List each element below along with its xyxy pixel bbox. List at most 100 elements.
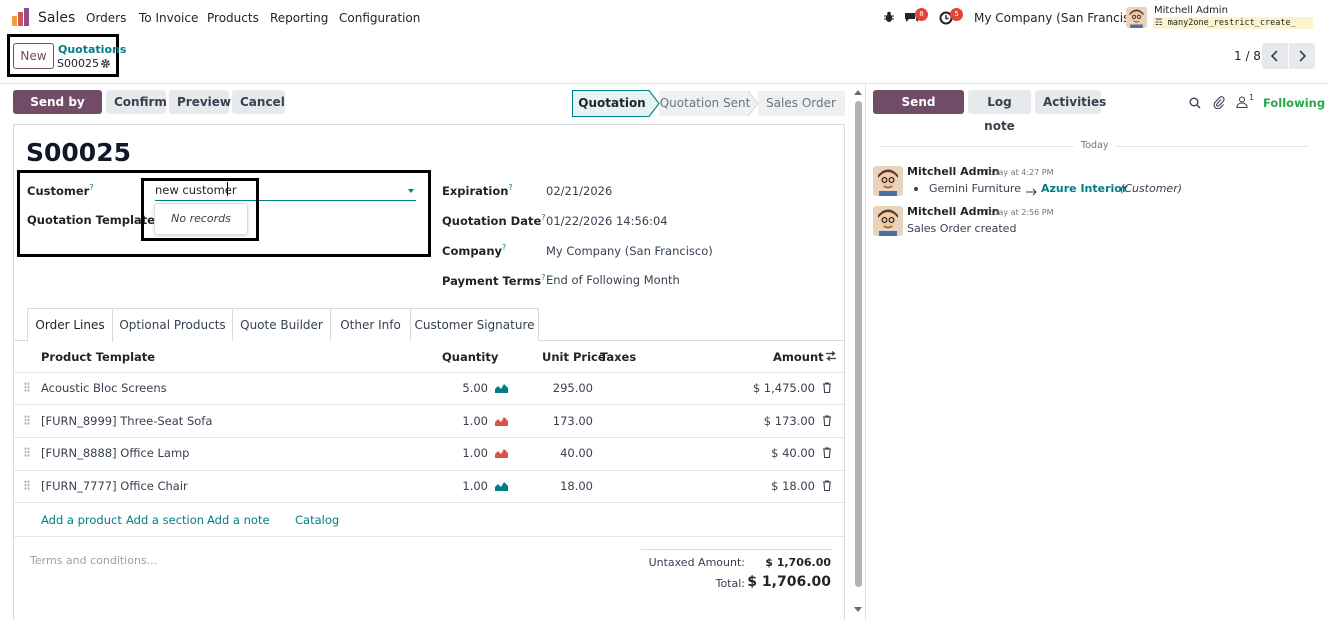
debug-bug-icon[interactable] xyxy=(883,11,895,23)
tab-quote-builder[interactable]: Quote Builder xyxy=(233,308,331,341)
header-divider xyxy=(14,372,844,373)
row-drag-handle[interactable] xyxy=(24,480,30,490)
attachment-paperclip-icon[interactable] xyxy=(1213,96,1225,110)
user-name[interactable]: Mitchell Admin xyxy=(1154,5,1228,16)
row-product[interactable]: [FURN_7777] Office Chair xyxy=(41,479,188,493)
trash-icon[interactable] xyxy=(822,480,832,492)
pager-previous-button[interactable] xyxy=(1262,43,1288,69)
column-quantity[interactable]: Quantity xyxy=(442,350,498,364)
messages-count-badge: 8 xyxy=(915,8,928,21)
forecast-chart-icon[interactable] xyxy=(495,382,508,394)
menu-configuration[interactable]: Configuration xyxy=(339,11,420,25)
activities-button[interactable]: Activities xyxy=(1035,90,1106,114)
add-note-link[interactable]: Add a note xyxy=(207,513,270,527)
forecast-chart-icon[interactable] xyxy=(495,447,508,459)
pager-next-button[interactable] xyxy=(1289,43,1315,69)
optional-columns-toggle-icon[interactable] xyxy=(825,350,837,362)
user-avatar[interactable] xyxy=(1126,7,1147,28)
form-scrollbar-down-arrow[interactable] xyxy=(854,607,862,612)
row-quantity[interactable]: 1.00 xyxy=(432,414,488,428)
app-name[interactable]: Sales xyxy=(38,10,75,26)
row-quantity[interactable]: 5.00 xyxy=(432,381,488,395)
company-switcher[interactable]: My Company (San Francisco) xyxy=(974,11,1148,25)
quotation-date-help-icon[interactable]: ? xyxy=(541,213,545,222)
tab-order-lines[interactable]: Order Lines xyxy=(27,308,113,342)
row-quantity[interactable]: 1.00 xyxy=(432,479,488,493)
followers-count: 1 xyxy=(1249,93,1255,102)
send-by-email-button[interactable]: Send by Email xyxy=(13,90,102,133)
column-taxes[interactable]: Taxes xyxy=(600,350,636,364)
totals-divider xyxy=(641,549,832,550)
trash-icon[interactable] xyxy=(822,447,832,459)
quotation-date-field[interactable]: 01/22/2026 14:56:04 xyxy=(546,214,668,228)
cancel-button[interactable]: Cancel xyxy=(232,90,285,114)
menu-orders[interactable]: Orders xyxy=(86,11,126,25)
terms-conditions-input[interactable]: Terms and conditions... xyxy=(30,554,157,567)
menu-reporting[interactable]: Reporting xyxy=(270,11,328,25)
stage-sales-order[interactable]: Sales Order xyxy=(762,90,840,115)
payment-terms-help-icon[interactable]: ? xyxy=(541,273,545,282)
top-navbar: Sales Orders To Invoice Products Reporti… xyxy=(0,0,1328,36)
row-quantity[interactable]: 1.00 xyxy=(432,446,488,460)
send-message-button[interactable]: Send message xyxy=(873,90,964,133)
confirm-button[interactable]: Confirm xyxy=(106,90,167,114)
tab-customer-signature[interactable]: Customer Signature xyxy=(411,308,539,341)
expiration-field[interactable]: 02/21/2026 xyxy=(546,184,612,198)
message-author-avatar[interactable] xyxy=(873,206,903,236)
tab-other-info[interactable]: Other Info xyxy=(331,308,411,341)
row-unit-price[interactable]: 173.00 xyxy=(523,414,593,428)
message-author-avatar[interactable] xyxy=(873,166,903,196)
row-divider xyxy=(14,404,844,405)
preview-button[interactable]: Preview xyxy=(169,90,231,114)
expiration-help-icon[interactable]: ? xyxy=(508,183,512,192)
tracking-arrow-icon xyxy=(1026,185,1038,196)
pager-value[interactable]: 1 / 8 xyxy=(1234,49,1261,63)
row-drag-handle[interactable] xyxy=(24,382,30,392)
stage-quotation[interactable]: Quotation xyxy=(572,90,652,115)
column-unit-price[interactable]: Unit Price xyxy=(542,350,606,364)
row-product[interactable]: [FURN_8999] Three-Seat Sofa xyxy=(41,414,212,428)
tab-optional-products[interactable]: Optional Products xyxy=(113,308,233,341)
breadcrumb-quotations[interactable]: Quotations xyxy=(58,43,126,56)
company-label: Company? xyxy=(442,243,507,258)
row-unit-price[interactable]: 295.00 xyxy=(523,381,593,395)
column-amount[interactable]: Amount xyxy=(773,350,824,364)
dropdown-caret-icon[interactable] xyxy=(408,189,414,193)
record-settings-gear-icon[interactable] xyxy=(100,58,111,69)
add-section-link[interactable]: Add a section xyxy=(126,513,204,527)
forecast-chart-icon[interactable] xyxy=(495,415,508,427)
menu-products[interactable]: Products xyxy=(207,11,259,25)
trash-icon[interactable] xyxy=(822,382,832,394)
row-drag-handle[interactable] xyxy=(24,415,30,425)
following-button[interactable]: Following xyxy=(1263,96,1325,110)
row-unit-price[interactable]: 18.00 xyxy=(523,479,593,493)
quotation-date-label: Quotation Date? xyxy=(442,213,546,228)
new-button[interactable]: New xyxy=(13,43,54,69)
sales-app-icon[interactable] xyxy=(11,8,31,26)
row-unit-price[interactable]: 40.00 xyxy=(523,446,593,460)
payment-terms-field[interactable]: End of Following Month xyxy=(546,273,680,287)
database-name: ☶ many2one_restrict_create_ xyxy=(1153,17,1313,29)
company-help-icon[interactable]: ? xyxy=(502,243,506,252)
form-scrollbar-up-arrow[interactable] xyxy=(854,90,862,95)
trash-icon[interactable] xyxy=(822,415,832,427)
column-product-template[interactable]: Product Template xyxy=(41,350,155,364)
stage-quotation-sent[interactable]: Quotation Sent xyxy=(659,90,751,115)
row-product[interactable]: [FURN_8888] Office Lamp xyxy=(41,446,189,460)
form-scrollbar-thumb[interactable] xyxy=(855,101,862,587)
tracking-new-value: Azure Interior xyxy=(1041,182,1128,195)
forecast-chart-icon[interactable] xyxy=(495,480,508,492)
company-field[interactable]: My Company (San Francisco) xyxy=(546,244,713,258)
customer-help-icon[interactable]: ? xyxy=(89,183,93,192)
tracking-bullet xyxy=(914,187,918,191)
tracking-field-name: (Customer) xyxy=(1120,182,1183,195)
row-amount: $ 40.00 xyxy=(771,446,815,460)
add-product-link[interactable]: Add a product xyxy=(41,513,122,527)
menu-to-invoice[interactable]: To Invoice xyxy=(139,11,198,25)
search-icon[interactable] xyxy=(1189,97,1201,109)
followers-person-icon[interactable] xyxy=(1236,96,1248,109)
catalog-link[interactable]: Catalog xyxy=(295,513,339,527)
row-drag-handle[interactable] xyxy=(24,447,30,457)
log-note-button[interactable]: Log note xyxy=(968,90,1031,133)
row-product[interactable]: Acoustic Bloc Screens xyxy=(41,381,167,395)
